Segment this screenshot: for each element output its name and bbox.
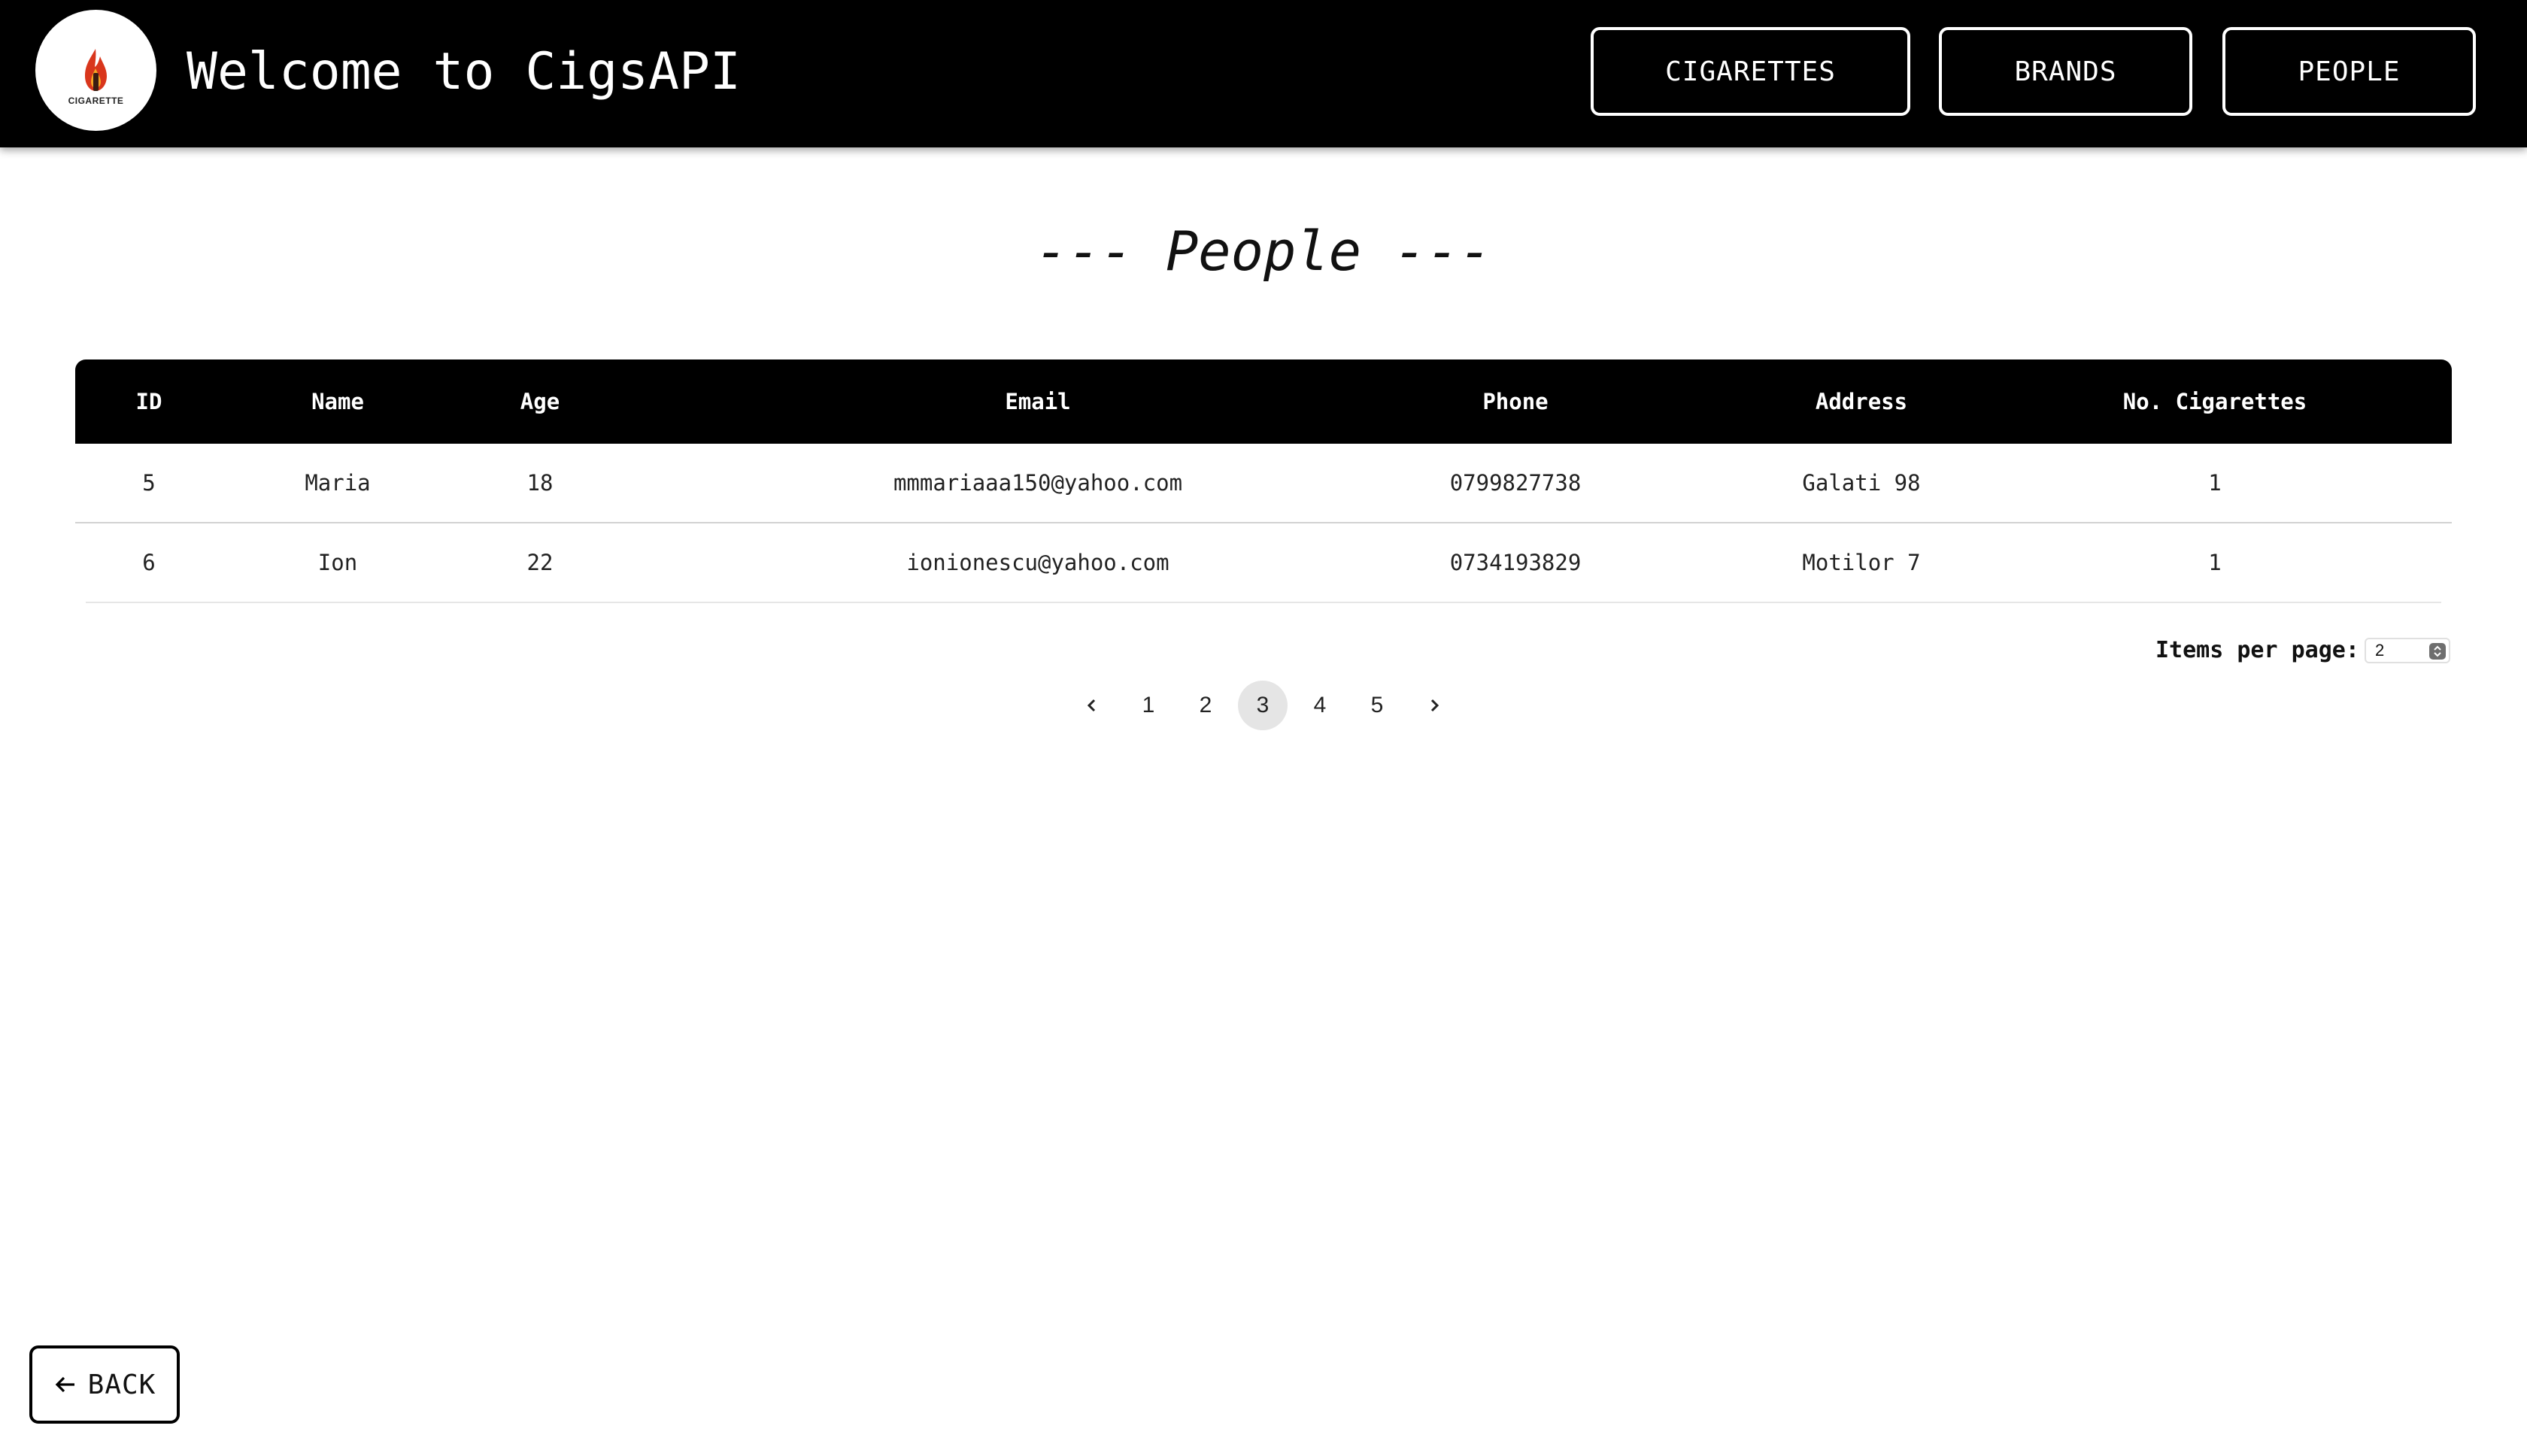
- cell-address: Motilor 7: [1802, 550, 1921, 575]
- nav-cigarettes-button[interactable]: CIGARETTES: [1591, 27, 1910, 116]
- items-per-page-select[interactable]: 2: [2365, 638, 2450, 663]
- column-header-phone[interactable]: Phone: [1327, 359, 1703, 444]
- table-row[interactable]: 6 Ion 22 ionionescu@yahoo.com 0734193829…: [86, 523, 2441, 603]
- top-header: CIGARETTE Welcome to CigsAPI CIGARETTES …: [0, 0, 2527, 147]
- cell-cigarettes: 1: [2208, 550, 2222, 575]
- cell-cigarettes: 1: [2208, 470, 2222, 496]
- people-table: ID Name Age Email Phone Address No. Ciga…: [75, 359, 2452, 603]
- logo[interactable]: CIGARETTE: [35, 10, 156, 131]
- cell-email: mmmariaaa150@yahoo.com: [893, 470, 1183, 496]
- table-row[interactable]: 5 Maria 18 mmmariaaa150@yahoo.com 079982…: [75, 444, 2452, 523]
- nav-people-button[interactable]: PEOPLE: [2222, 27, 2476, 116]
- next-page-button[interactable]: [1409, 681, 1459, 730]
- arrow-left-icon: [55, 1376, 74, 1393]
- previous-page-button[interactable]: [1067, 681, 1117, 730]
- cell-name: Ion: [317, 550, 358, 575]
- cell-id: 5: [142, 470, 156, 496]
- column-header-cigarettes[interactable]: No. Cigarettes: [2027, 359, 2403, 444]
- nav-brands-button[interactable]: BRANDS: [1939, 27, 2192, 116]
- column-header-email[interactable]: Email: [737, 359, 1339, 444]
- column-header-age[interactable]: Age: [465, 359, 615, 444]
- cell-id: 6: [142, 550, 156, 575]
- back-button[interactable]: BACK: [29, 1345, 180, 1424]
- cell-name: Maria: [305, 470, 371, 496]
- items-per-page-value: 2: [2375, 641, 2385, 660]
- cell-address: Galati 98: [1802, 470, 1921, 496]
- cell-phone: 0734193829: [1449, 550, 1582, 575]
- items-per-page-label: Items per page:: [2155, 637, 2359, 663]
- page-button-1[interactable]: 1: [1124, 681, 1173, 730]
- app-title: Welcome to CigsAPI: [187, 42, 741, 102]
- table-header-row: ID Name Age Email Phone Address No. Ciga…: [75, 359, 2452, 444]
- cell-phone: 0799827738: [1449, 470, 1582, 496]
- page-button-2[interactable]: 2: [1181, 681, 1230, 730]
- cell-age: 22: [526, 550, 554, 575]
- flame-icon: [85, 49, 107, 91]
- back-button-label: BACK: [87, 1369, 156, 1400]
- page-button-3-current[interactable]: 3: [1238, 681, 1288, 730]
- chevron-left-icon: [1087, 699, 1096, 712]
- column-header-address[interactable]: Address: [1673, 359, 2049, 444]
- page-title: --- People ---: [1035, 220, 1492, 283]
- cell-age: 18: [526, 470, 554, 496]
- cell-email: ionionescu@yahoo.com: [906, 550, 1169, 575]
- select-arrows-icon: [2429, 643, 2446, 660]
- column-header-id[interactable]: ID: [75, 359, 223, 444]
- chevron-right-icon: [1430, 699, 1439, 712]
- logo-caption: CIGARETTE: [68, 96, 124, 106]
- page-button-5[interactable]: 5: [1352, 681, 1402, 730]
- column-header-name[interactable]: Name: [226, 359, 450, 444]
- page-button-4[interactable]: 4: [1295, 681, 1345, 730]
